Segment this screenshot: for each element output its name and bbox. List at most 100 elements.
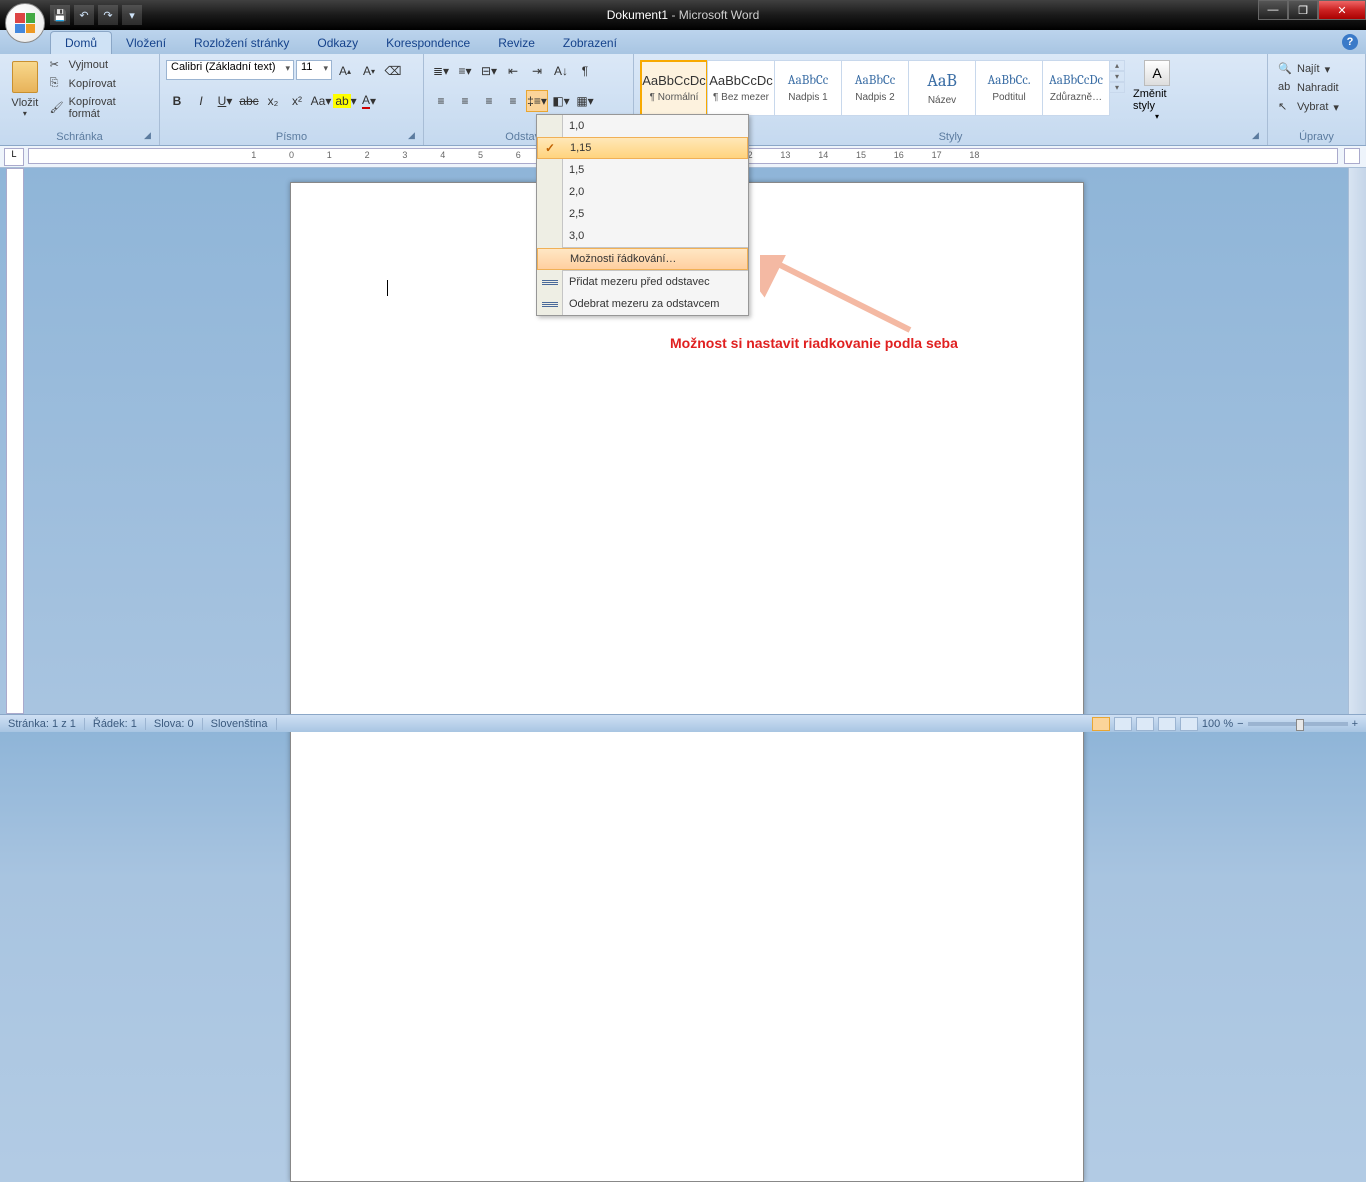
change-styles-icon: A [1144, 60, 1170, 86]
tab-home[interactable]: Domů [50, 31, 112, 54]
line-spacing-option[interactable]: 1,15 [537, 137, 748, 159]
decrease-indent-button[interactable]: ⇤ [502, 60, 524, 82]
shrink-font-button[interactable]: A▾ [358, 60, 380, 82]
italic-button[interactable]: I [190, 90, 212, 112]
remove-space-after[interactable]: Odebrat mezeru za odstavcem [537, 293, 748, 315]
vertical-scrollbar[interactable] [1348, 168, 1366, 714]
maximize-button[interactable]: ❐ [1288, 0, 1318, 20]
style-card[interactable]: AaBbCcDc¶ Bez mezer [707, 60, 775, 116]
dialog-launcher-icon[interactable]: ◢ [408, 130, 420, 142]
status-words[interactable]: Slova: 0 [146, 718, 203, 730]
ruler-toggle[interactable] [1344, 148, 1360, 164]
shading-button[interactable]: ◧▾ [550, 90, 572, 112]
copy-button[interactable]: ⎘Kopírovat [46, 75, 153, 93]
font-color-button[interactable]: A▾ [358, 90, 380, 112]
subscript-button[interactable]: x₂ [262, 90, 284, 112]
replace-button[interactable]: abNahradit [1274, 79, 1343, 97]
multilevel-button[interactable]: ⊟▾ [478, 60, 500, 82]
style-card[interactable]: AaBbCcNadpis 1 [774, 60, 842, 116]
office-button[interactable] [5, 3, 45, 43]
show-marks-button[interactable]: ¶ [574, 60, 596, 82]
sort-button[interactable]: A↓ [550, 60, 572, 82]
status-page[interactable]: Stránka: 1 z 1 [0, 718, 85, 730]
minimize-button[interactable]: — [1258, 0, 1288, 20]
bold-button[interactable]: B [166, 90, 188, 112]
justify-button[interactable]: ≡ [502, 90, 524, 112]
clear-format-button[interactable]: ⌫ [382, 60, 404, 82]
add-space-before[interactable]: Přidat mezeru před odstavec [537, 271, 748, 293]
view-print-layout[interactable] [1092, 717, 1110, 731]
view-outline[interactable] [1158, 717, 1176, 731]
line-spacing-option[interactable]: 1,5 [537, 159, 748, 181]
brush-icon: 🖌 [50, 101, 64, 115]
zoom-in-button[interactable]: + [1352, 718, 1358, 730]
cut-button[interactable]: ✂Vyjmout [46, 56, 153, 74]
dialog-launcher-icon[interactable]: ◢ [144, 130, 156, 142]
borders-button[interactable]: ▦▾ [574, 90, 596, 112]
tab-review[interactable]: Revize [484, 32, 549, 54]
tab-insert[interactable]: Vložení [112, 32, 180, 54]
style-gallery[interactable]: AaBbCcDc¶ NormálníAaBbCcDc¶ Bez mezerAaB… [640, 60, 1109, 116]
paste-button[interactable]: Vložit▾ [6, 56, 44, 122]
zoom-level[interactable]: 100 % [1202, 718, 1233, 730]
redo-icon[interactable]: ↷ [98, 5, 118, 25]
align-right-button[interactable]: ≡ [478, 90, 500, 112]
document-page[interactable] [290, 182, 1084, 1182]
qat-more-icon[interactable]: ▾ [122, 5, 142, 25]
dialog-launcher-icon[interactable]: ◢ [1252, 130, 1264, 142]
font-size-combo[interactable]: 11 [296, 60, 332, 80]
group-clipboard: Vložit▾ ✂Vyjmout ⎘Kopírovat 🖌Kopírovat f… [0, 54, 160, 145]
undo-icon[interactable]: ↶ [74, 5, 94, 25]
status-line[interactable]: Řádek: 1 [85, 718, 146, 730]
change-styles-button[interactable]: A Změnit styly▾ [1133, 60, 1181, 121]
tab-layout[interactable]: Rozložení stránky [180, 32, 303, 54]
superscript-button[interactable]: x² [286, 90, 308, 112]
align-left-button[interactable]: ≡ [430, 90, 452, 112]
quick-access-toolbar: 💾 ↶ ↷ ▾ [50, 5, 142, 25]
highlight-button[interactable]: ab▾ [334, 90, 356, 112]
tab-mailings[interactable]: Korespondence [372, 32, 484, 54]
line-spacing-option[interactable]: 1,0 [537, 115, 748, 137]
style-card[interactable]: AaBbCcDcZdůrazně… [1042, 60, 1110, 116]
select-button[interactable]: ↖Vybrat ▾ [1274, 98, 1343, 116]
zoom-out-button[interactable]: − [1237, 718, 1243, 730]
grow-font-button[interactable]: A▴ [334, 60, 356, 82]
line-spacing-option[interactable]: 3,0 [537, 225, 748, 247]
gallery-scroll[interactable]: ▴▾▾ [1109, 60, 1125, 93]
tab-view[interactable]: Zobrazení [549, 32, 631, 54]
window-controls: — ❐ ✕ [1258, 0, 1366, 20]
help-icon[interactable]: ? [1342, 34, 1358, 50]
style-card[interactable]: AaBbCcDc¶ Normální [640, 60, 708, 116]
numbering-button[interactable]: ≡▾ [454, 60, 476, 82]
tab-selector[interactable]: L [4, 148, 24, 166]
zoom-slider[interactable] [1248, 722, 1348, 726]
find-button[interactable]: 🔍Najít ▾ [1274, 60, 1334, 78]
binoculars-icon: 🔍 [1278, 62, 1292, 76]
save-icon[interactable]: 💾 [50, 5, 70, 25]
title-bar: 💾 ↶ ↷ ▾ Dokument1 - Microsoft Word — ❐ ✕ [0, 0, 1366, 30]
increase-indent-button[interactable]: ⇥ [526, 60, 548, 82]
line-spacing-button[interactable]: ‡≡▾ [526, 90, 548, 112]
close-button[interactable]: ✕ [1318, 0, 1366, 20]
window-title: Dokument1 - Microsoft Word [607, 8, 760, 22]
view-full-screen[interactable] [1114, 717, 1132, 731]
underline-button[interactable]: U▾ [214, 90, 236, 112]
line-spacing-option[interactable]: 2,5 [537, 203, 748, 225]
strikethrough-button[interactable]: abc [238, 90, 260, 112]
view-draft[interactable] [1180, 717, 1198, 731]
format-painter-button[interactable]: 🖌Kopírovat formát [46, 94, 153, 122]
status-language[interactable]: Slovenština [203, 718, 277, 730]
tab-references[interactable]: Odkazy [303, 32, 372, 54]
vertical-ruler[interactable] [6, 168, 24, 714]
view-web[interactable] [1136, 717, 1154, 731]
line-spacing-option[interactable]: 2,0 [537, 181, 748, 203]
line-spacing-icon: ‡≡ [527, 94, 541, 108]
style-card[interactable]: AaBbCc.Podtitul [975, 60, 1043, 116]
line-spacing-options[interactable]: Možnosti řádkování… [537, 248, 748, 270]
style-card[interactable]: AaBbCcNadpis 2 [841, 60, 909, 116]
change-case-button[interactable]: Aa▾ [310, 90, 332, 112]
align-center-button[interactable]: ≡ [454, 90, 476, 112]
bullets-button[interactable]: ≣▾ [430, 60, 452, 82]
style-card[interactable]: AaBNázev [908, 60, 976, 116]
font-name-combo[interactable]: Calibri (Základní text) [166, 60, 294, 80]
